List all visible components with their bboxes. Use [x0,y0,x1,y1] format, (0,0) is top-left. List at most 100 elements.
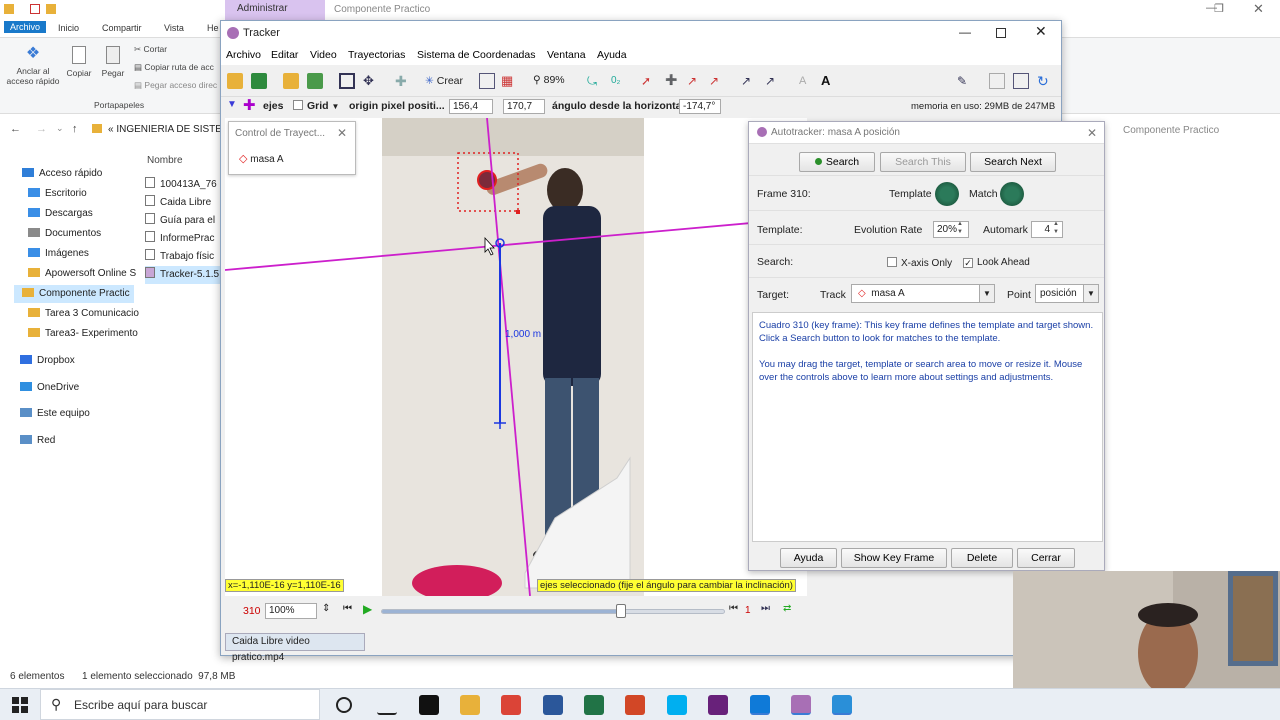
drawing-pencil-icon[interactable]: ✎ [957,73,973,89]
properties-icon[interactable] [30,4,40,14]
save-icon[interactable] [251,73,267,89]
refresh-icon[interactable]: ↻ [1037,73,1053,89]
help-button[interactable]: Ayuda [780,548,837,568]
skype-icon[interactable] [667,695,687,715]
step-size[interactable]: 1 [745,605,751,616]
calibration-icon[interactable]: ✚ [395,73,411,89]
column-header-name[interactable]: Nombre [147,155,183,166]
look-ahead-option[interactable]: ✓ Look Ahead [963,257,1030,268]
close-icon[interactable]: ✕ [1253,1,1264,17]
window-icon[interactable] [1013,73,1029,89]
search-button[interactable]: Search [799,152,875,172]
playback-slider[interactable] [381,604,725,618]
evolution-spinner-icon[interactable]: ▲ ▼ [957,220,963,236]
camera-app-icon[interactable] [832,695,852,715]
tracker-icon[interactable] [791,695,811,715]
nav-item[interactable]: OneDrive [20,379,79,397]
xmass-icon[interactable]: ↗ [741,73,757,89]
windows-start-icon[interactable] [12,697,28,713]
track-select-chevron-icon[interactable]: ▼ [979,285,994,302]
tab-inicio[interactable]: Inicio [58,23,79,33]
nav-item[interactable]: Apowersoft Online S [28,265,136,283]
nav-item[interactable]: Este equipo [20,405,90,423]
reference-frame-icon[interactable]: 0₂ [611,73,627,89]
tracker-minimize-icon[interactable]: — [959,25,971,39]
vectors-icon[interactable]: ↗ [765,73,781,89]
file-list-item[interactable]: Tracker-5.1.5 [145,266,223,284]
task-view-icon[interactable] [377,695,397,715]
point-select-chevron-icon[interactable]: ▼ [1083,285,1098,302]
search-this-button[interactable]: Search This [880,152,966,172]
back-arrow-icon[interactable]: ← [10,123,21,135]
file-explorer-icon[interactable] [460,695,480,715]
nav-item[interactable]: Dropbox [20,352,75,370]
notion-icon[interactable] [419,695,439,715]
video-canvas[interactable]: 1,000 m x=-1,110E-16 y=1,110E-16 ejes se… [225,118,807,596]
track-control-close-icon[interactable]: ✕ [337,126,347,140]
forward-arrow-icon[interactable]: → [36,123,47,135]
search-area-handle[interactable] [516,210,520,214]
explorer-search-input[interactable]: Componente Practico [1105,121,1280,141]
autotracker-close-icon[interactable]: ✕ [1087,126,1097,140]
nav-item[interactable]: Imágenes [28,245,89,263]
menu-editar[interactable]: Editar [271,49,298,61]
tab-herramientas[interactable]: He [207,23,219,33]
nav-item[interactable]: Documentos [28,225,101,243]
track-control-icon[interactable]: ▦ [501,73,517,89]
pin-quick-access-button[interactable]: ❖ Anclar al acceso rápido [4,46,62,87]
chrome-icon[interactable] [501,695,521,715]
paste-button[interactable]: Pegar [98,46,128,78]
recent-chevron-icon[interactable]: ⌄ [56,123,64,134]
velocity-icon[interactable]: ↗ [687,73,703,89]
axes-toggle-icon[interactable]: ✥ [363,73,379,89]
labels-icon[interactable]: ➕ [665,73,681,89]
import-icon[interactable] [283,73,299,89]
up-arrow-icon[interactable]: ↑ [72,123,78,135]
point-select[interactable]: posición ▼ [1035,284,1099,303]
tracker-maximize-icon[interactable] [996,28,1006,38]
track-select[interactable]: ◇ masa A ▼ [851,284,995,303]
menu-sistema-coordenadas[interactable]: Sistema de Coordenadas [417,49,536,61]
export-icon[interactable] [307,73,323,89]
nav-item[interactable]: Acceso rápido [22,165,102,183]
file-list-item[interactable]: InformePrac [145,230,223,248]
new-folder-icon[interactable] [46,4,56,14]
open-icon[interactable] [227,73,243,89]
nav-item[interactable]: Tarea3- Experimento [28,325,138,343]
acceleration-icon[interactable]: ↗ [709,73,725,89]
delete-button[interactable]: Delete [951,548,1013,568]
visual-studio-icon[interactable] [708,695,728,715]
grid-toggle[interactable]: Grid ▼ [293,100,339,112]
file-list-item[interactable]: Trabajo físic [145,248,223,266]
look-ahead-checkbox[interactable]: ✓ [963,258,973,268]
restore-icon[interactable]: ❐ [1214,2,1224,15]
track-button-masa-a[interactable]: ◇ masa A [239,152,284,165]
file-list-item[interactable]: Guía para el [145,212,223,230]
step-back-icon[interactable]: ⏮ [729,603,738,614]
menu-ayuda[interactable]: Ayuda [597,49,627,61]
zoom-control[interactable]: ⚲ 89% [533,74,565,86]
rate-spinner-icon[interactable]: ⇕ [322,603,330,614]
angle-field[interactable]: -174,7° [679,99,721,114]
frame-number[interactable]: 310 [243,605,261,617]
origin-y-field[interactable]: 170,7 [503,99,545,114]
play-icon[interactable]: ▶ [363,602,372,616]
edge-icon[interactable] [750,695,770,715]
excel-icon[interactable] [584,695,604,715]
tab-compartir[interactable]: Compartir [102,23,142,33]
nav-item[interactable]: Escritorio [28,185,87,203]
cut-button[interactable]: ✂ Cortar [134,44,167,55]
playback-thumb[interactable] [616,604,627,618]
rate-field[interactable]: 100% [265,603,317,619]
autotracker-icon[interactable]: ⤿ [587,73,603,89]
ruler-icon[interactable] [479,73,495,89]
trail-icon[interactable]: ➚ [641,73,657,89]
taskbar-search-box[interactable]: ⚲ Escribe aquí para buscar [40,689,320,720]
loop-icon[interactable]: ⇄ [783,603,791,614]
address-path[interactable]: « INGENIERIA DE SISTEM [108,124,225,135]
file-list-item[interactable]: 100413A_76 [145,176,223,194]
create-button[interactable]: ✳ Crear [425,73,463,91]
automark-spinner-icon[interactable]: ▲ ▼ [1053,220,1059,236]
xaxis-only-option[interactable]: X-axis Only [887,257,952,269]
menu-trayectorias[interactable]: Trayectorias [348,49,405,61]
